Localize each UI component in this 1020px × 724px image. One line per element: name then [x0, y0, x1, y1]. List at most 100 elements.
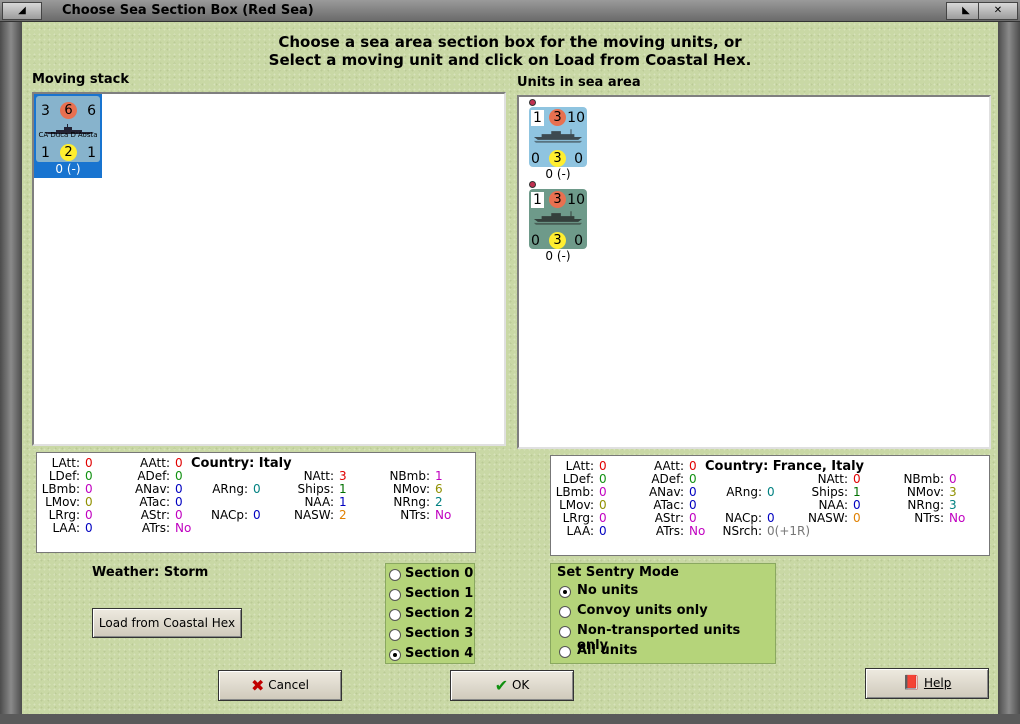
stat-key-laa: LAA: — [52, 521, 80, 535]
counter-top-mid: 3 — [549, 109, 566, 126]
moving-stack-list[interactable]: 3 6 6 CA Duca D'Aosta 1 2 1 0 (-) — [32, 92, 506, 446]
counter-top-mid: 3 — [549, 191, 566, 208]
sea-area-list[interactable]: 1 3 10 0 3 0 0 (-) 1 3 10 0 3 0 0 (-) — [517, 95, 991, 449]
section-3-label[interactable]: Section 3 — [405, 626, 473, 641]
unit-counter[interactable]: 1 3 10 0 3 0 — [529, 107, 587, 167]
section-3-radio[interactable] — [389, 629, 401, 641]
counter-bottom-left: 1 — [41, 145, 50, 161]
help-button[interactable]: 📕 Help — [865, 668, 989, 699]
cancel-button[interactable]: ✖ Cancel — [218, 670, 342, 701]
section-2-radio[interactable] — [389, 609, 401, 621]
stat-value-ntrs: No — [435, 508, 452, 522]
left-frame — [0, 22, 22, 714]
unit-flag-icon — [529, 181, 536, 188]
counter-bottom-right: 0 — [574, 233, 583, 249]
unit-counter[interactable]: 3 6 6 CA Duca D'Aosta 1 2 1 — [36, 96, 100, 162]
instruction-line-1: Choose a sea area section box for the mo… — [278, 33, 742, 51]
ok-check-icon: ✔ — [494, 676, 509, 695]
section-1-radio[interactable] — [389, 589, 401, 601]
stat-key-nacp: NACp: — [210, 508, 248, 522]
country-label: Country: Italy — [191, 456, 292, 471]
cancel-label: Cancel — [268, 678, 309, 692]
counter-bottom-left: 0 — [531, 233, 540, 249]
load-from-coastal-hex-button[interactable]: Load from Coastal Hex — [92, 608, 242, 638]
stat-value-ntrs: No — [949, 511, 966, 525]
help-label: Help — [923, 676, 952, 690]
stat-key-ntrs: NTrs: — [914, 511, 944, 525]
stat-key-nasw: NASW: — [293, 508, 334, 522]
sentry-option-2-radio[interactable] — [559, 626, 571, 638]
stat-key-nasw: NASW: — [807, 511, 848, 525]
stat-key-arng: ARng: — [212, 482, 248, 496]
sentry-panel: Set Sentry Mode No units Convoy units onl… — [550, 563, 776, 664]
instruction-line-2: Select a moving unit and click on Load f… — [268, 51, 752, 69]
sentry-option-3-label[interactable]: All units — [577, 643, 637, 658]
section-0-radio[interactable] — [389, 569, 401, 581]
stat-value-nasw: 2 — [339, 508, 347, 522]
sentry-option-0-label[interactable]: No units — [577, 583, 638, 598]
unit-counter[interactable]: 1 3 10 0 3 0 — [529, 189, 587, 249]
counter-top-right: 10 — [567, 110, 585, 126]
section-panel: Section 0 Section 1 Section 2 Section 3 Sect… — [385, 563, 475, 664]
ship-silhouette-icon — [533, 211, 583, 225]
ship-silhouette-icon — [533, 129, 583, 143]
stat-value-nsrch: 0(+1R) — [767, 524, 811, 538]
counter-top-right: 6 — [87, 103, 96, 119]
stat-key-nsrch: NSrch: — [722, 524, 762, 538]
bottom-frame — [0, 714, 1020, 724]
ok-button[interactable]: ✔ OK — [450, 670, 574, 701]
counter-bottom-left: 0 — [531, 151, 540, 167]
system-menu-icon[interactable]: ◢ — [2, 2, 42, 20]
right-frame — [998, 22, 1020, 714]
title-bar: ◢ Choose Sea Section Box (Red Sea) ◣ ✕ — [0, 0, 1020, 22]
stat-key-atrs: ATrs: — [655, 524, 684, 538]
counter-bottom-mid: 3 — [549, 150, 566, 167]
section-1-label[interactable]: Section 1 — [405, 586, 473, 601]
section-2-label[interactable]: Section 2 — [405, 606, 473, 621]
section-4-label[interactable]: Section 4 — [405, 646, 473, 661]
sentry-option-1-label[interactable]: Convoy units only — [577, 603, 708, 618]
stat-key-atrs: ATrs: — [141, 521, 170, 535]
sentry-option-0-radio[interactable] — [559, 586, 571, 598]
moving-stack-label: Moving stack — [32, 72, 129, 87]
help-book-icon: 📕 — [902, 675, 921, 691]
counter-top-left: 3 — [41, 103, 50, 119]
stat-key-arng: ARng: — [726, 485, 762, 499]
stat-value-laa: 0 — [85, 521, 93, 535]
cancel-x-icon: ✖ — [251, 676, 265, 695]
ok-label: OK — [511, 678, 530, 692]
counter-top-mid: 6 — [60, 102, 77, 119]
sentry-title: Set Sentry Mode — [557, 565, 679, 580]
stat-value-atrs: No — [689, 524, 706, 538]
sea-unit[interactable]: 1 3 10 0 3 0 0 (-) — [527, 99, 597, 181]
counter-bottom-right: 1 — [87, 145, 96, 161]
stats-panel-left: Country: Italy LAtt: 0 LDef: 0 LBmb: 0 LMov: 0 LR… — [36, 452, 476, 553]
stat-value-laa: 0 — [599, 524, 607, 538]
unit-caption: 0 (-) — [545, 167, 571, 181]
counter-bottom-mid: 2 — [60, 144, 77, 161]
counter-top-left: 1 — [531, 110, 544, 126]
section-0-label[interactable]: Section 0 — [405, 566, 473, 581]
unit-flag-icon — [529, 99, 536, 106]
section-4-radio[interactable] — [389, 649, 401, 661]
sea-area-label: Units in sea area — [517, 75, 641, 90]
counter-bottom-right: 0 — [574, 151, 583, 167]
stat-value-arng: 0 — [253, 482, 261, 496]
window-title: Choose Sea Section Box (Red Sea) — [62, 3, 314, 18]
sentry-option-3-radio[interactable] — [559, 646, 571, 658]
weather-label: Weather: Storm — [92, 565, 209, 580]
dialog-body: Choose a sea area section box for the mo… — [22, 22, 998, 714]
sea-unit[interactable]: 1 3 10 0 3 0 0 (-) — [527, 181, 597, 263]
stat-key-ntrs: NTrs: — [400, 508, 430, 522]
unit-caption: 0 (-) — [55, 162, 81, 176]
instructions: Choose a sea area section box for the mo… — [22, 33, 998, 69]
stat-value-arng: 0 — [767, 485, 775, 499]
counter-bottom-mid: 3 — [549, 232, 566, 249]
sentry-option-1-radio[interactable] — [559, 606, 571, 618]
counter-top-right: 10 — [567, 192, 585, 208]
stat-value-atrs: No — [175, 521, 192, 535]
stat-key-laa: LAA: — [566, 524, 594, 538]
selected-unit-highlight[interactable]: 3 6 6 CA Duca D'Aosta 1 2 1 0 (-) — [34, 94, 102, 178]
close-icon[interactable]: ✕ — [978, 2, 1018, 20]
counter-top-left: 1 — [531, 192, 544, 208]
